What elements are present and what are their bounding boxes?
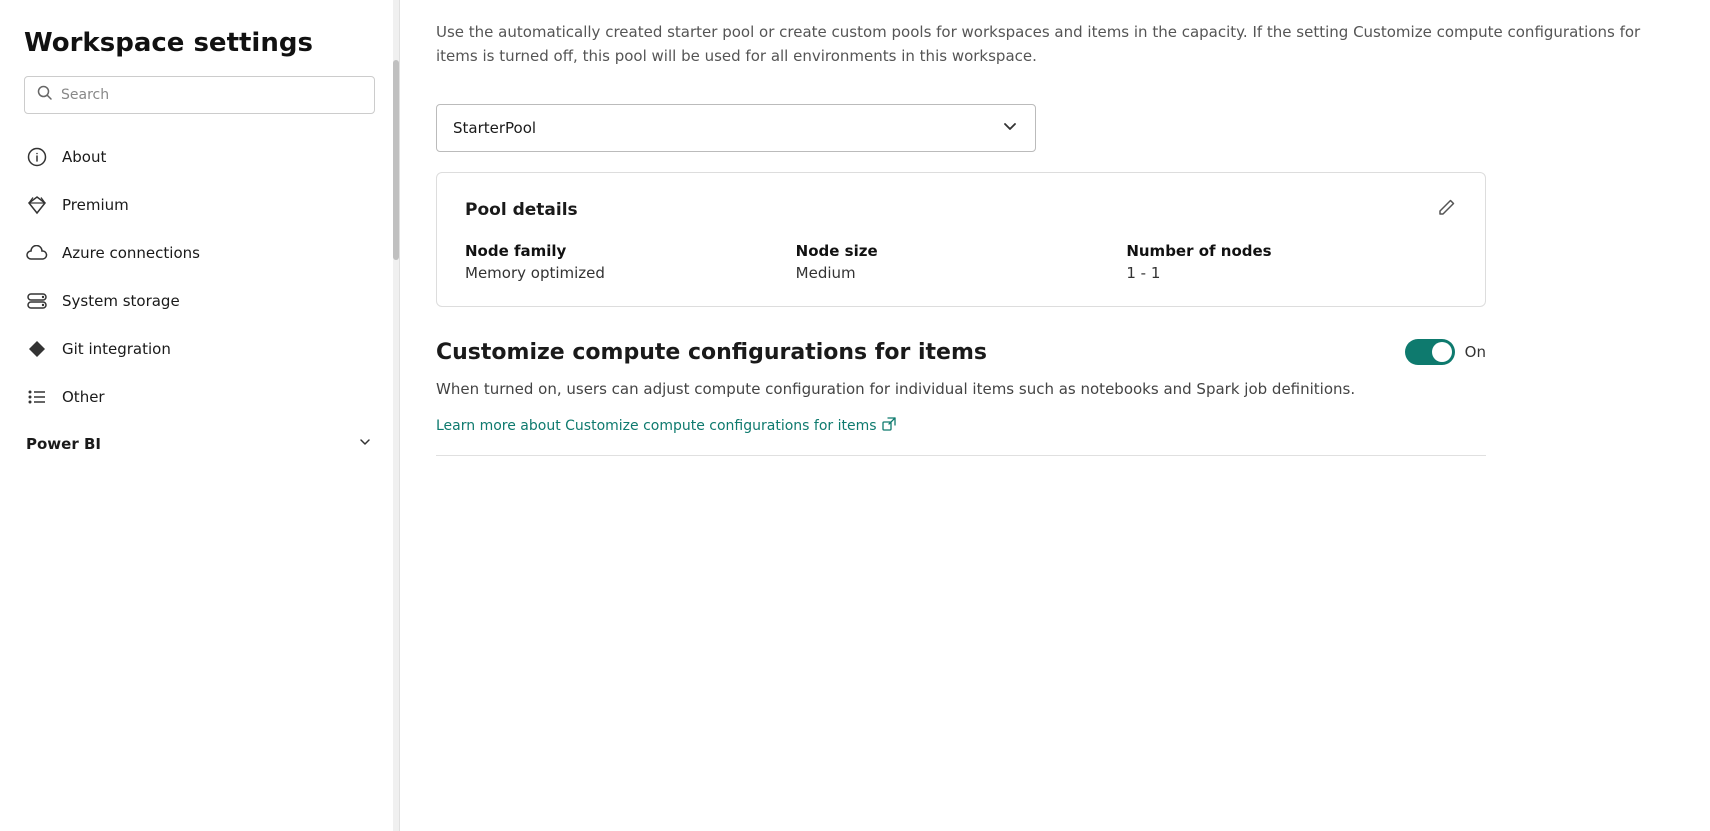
pool-details-grid: Node family Memory optimized Node size M… — [465, 242, 1457, 282]
node-size-value: Medium — [796, 264, 1127, 282]
search-container[interactable]: Search — [0, 76, 399, 134]
sidebar-section-power-bi[interactable]: Power BI — [12, 422, 387, 466]
nav-items: About Premium Azure connections — [0, 134, 399, 831]
learn-more-text: Learn more about Customize compute confi… — [436, 418, 877, 434]
toggle-container[interactable]: On — [1405, 339, 1486, 365]
sidebar-item-system-storage[interactable]: System storage — [12, 278, 387, 324]
pool-dropdown-value: StarterPool — [453, 119, 536, 137]
intro-text: Use the automatically created starter po… — [436, 0, 1674, 88]
pool-details-card: Pool details Node family Memory optimize… — [436, 172, 1486, 307]
storage-icon — [26, 290, 48, 312]
main-content: Use the automatically created starter po… — [400, 0, 1710, 831]
node-size-label: Node size — [796, 242, 1127, 260]
toggle-knob — [1432, 342, 1452, 362]
list-icon — [26, 386, 48, 408]
dropdown-chevron-icon — [1001, 117, 1019, 139]
node-size-col: Node size Medium — [796, 242, 1127, 282]
pool-card-header: Pool details — [465, 197, 1457, 222]
num-nodes-col: Number of nodes 1 - 1 — [1126, 242, 1457, 282]
customize-description: When turned on, users can adjust compute… — [436, 377, 1486, 401]
sidebar-item-azure-label: Azure connections — [62, 244, 200, 262]
git-icon — [26, 338, 48, 360]
chevron-down-icon — [357, 434, 373, 454]
node-family-label: Node family — [465, 242, 796, 260]
external-link-icon — [882, 417, 896, 435]
pool-card-title: Pool details — [465, 200, 578, 220]
customize-section: Customize compute configurations for ite… — [436, 339, 1486, 456]
node-family-col: Node family Memory optimized — [465, 242, 796, 282]
sidebar-item-other-label: Other — [62, 388, 105, 406]
sidebar-item-premium-label: Premium — [62, 196, 129, 214]
search-placeholder: Search — [61, 87, 109, 103]
pool-dropdown-container: StarterPool — [436, 104, 1674, 152]
sidebar-item-azure-connections[interactable]: Azure connections — [12, 230, 387, 276]
customize-toggle[interactable] — [1405, 339, 1455, 365]
learn-more-link[interactable]: Learn more about Customize compute confi… — [436, 417, 896, 435]
customize-title: Customize compute configurations for ite… — [436, 340, 987, 365]
sidebar-item-other[interactable]: Other — [12, 374, 387, 420]
sidebar-item-storage-label: System storage — [62, 292, 180, 310]
sidebar-item-about[interactable]: About — [12, 134, 387, 180]
sidebar-item-git-label: Git integration — [62, 340, 171, 358]
info-circle-icon — [26, 146, 48, 168]
sidebar: Workspace settings Search About — [0, 0, 400, 831]
toggle-state-label: On — [1465, 343, 1486, 361]
sidebar-item-premium[interactable]: Premium — [12, 182, 387, 228]
sidebar-item-about-label: About — [62, 148, 106, 166]
num-nodes-label: Number of nodes — [1126, 242, 1457, 260]
node-family-value: Memory optimized — [465, 264, 796, 282]
sidebar-section-power-bi-label: Power BI — [26, 435, 101, 453]
cloud-icon — [26, 242, 48, 264]
page-title: Workspace settings — [0, 0, 399, 76]
customize-header: Customize compute configurations for ite… — [436, 339, 1486, 365]
search-icon — [37, 85, 53, 105]
diamond-icon — [26, 194, 48, 216]
edit-icon[interactable] — [1437, 197, 1457, 222]
sidebar-item-git-integration[interactable]: Git integration — [12, 326, 387, 372]
num-nodes-value: 1 - 1 — [1126, 264, 1457, 282]
pool-dropdown[interactable]: StarterPool — [436, 104, 1036, 152]
search-box[interactable]: Search — [24, 76, 375, 114]
